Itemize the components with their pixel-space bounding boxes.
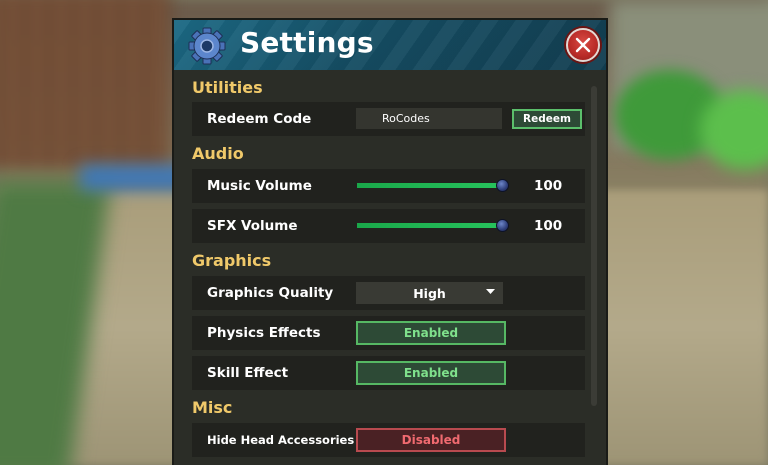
skill-effect-toggle[interactable]: Enabled [356,361,506,385]
graphics-quality-label: Graphics Quality [207,285,334,301]
section-graphics-title: Graphics [192,251,272,270]
physics-effects-row: Physics Effects Enabled [192,316,585,350]
background-wall [0,0,170,170]
hide-head-accessories-row: Hide Head Accessories Disabled [192,423,585,457]
sfx-volume-slider[interactable] [357,219,509,232]
skill-effect-label: Skill Effect [207,365,289,381]
sfx-volume-value: 100 [534,218,563,234]
physics-effects-toggle[interactable]: Enabled [356,321,506,345]
section-misc-title: Misc [192,398,233,417]
section-audio-title: Audio [192,144,244,163]
music-volume-knob[interactable] [496,179,509,192]
music-volume-label: Music Volume [207,178,312,194]
chevron-down-icon [486,289,495,294]
title-bar: Settings [174,20,606,70]
skill-effect-row: Skill Effect Enabled [192,356,585,390]
redeem-button[interactable]: Redeem [512,109,582,129]
redeem-code-row: Redeem Code Redeem [192,102,585,136]
redeem-code-input[interactable] [356,108,502,129]
sfx-volume-knob[interactable] [496,219,509,232]
graphics-quality-value: High [413,286,446,301]
hide-head-accessories-label: Hide Head Accessories [207,433,355,447]
scrollbar[interactable] [591,86,597,406]
close-icon [575,37,591,53]
section-utilities-title: Utilities [192,78,263,97]
graphics-quality-row: Graphics Quality High [192,276,585,310]
sfx-volume-label: SFX Volume [207,218,298,234]
hide-head-accessories-toggle[interactable]: Disabled [356,428,506,452]
sfx-volume-fill [357,223,503,228]
music-volume-value: 100 [534,178,563,194]
music-volume-row: Music Volume 100 [192,169,585,203]
graphics-quality-dropdown[interactable]: High [356,282,503,304]
window-title: Settings [240,26,374,59]
physics-effects-label: Physics Effects [207,325,321,341]
music-volume-fill [357,183,503,188]
music-volume-slider[interactable] [357,179,509,192]
gear-icon [188,27,226,65]
sfx-volume-row: SFX Volume 100 [192,209,585,243]
settings-panel: Settings Utilities Redeem Code Redeem Au… [172,18,608,465]
close-button[interactable] [566,28,600,62]
redeem-code-label: Redeem Code [207,111,312,127]
